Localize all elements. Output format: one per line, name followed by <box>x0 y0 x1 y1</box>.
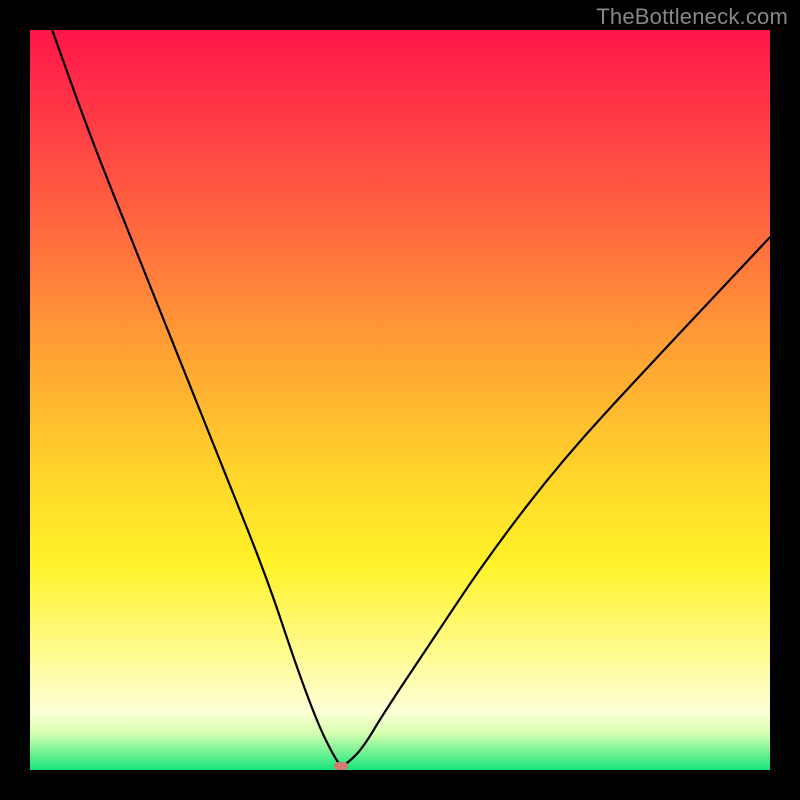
watermark-text: TheBottleneck.com <box>596 4 788 30</box>
plot-area <box>30 30 770 770</box>
chart-frame: TheBottleneck.com <box>0 0 800 800</box>
optimal-point-marker <box>334 762 348 770</box>
curve-path <box>52 30 770 765</box>
bottleneck-curve <box>30 30 770 770</box>
